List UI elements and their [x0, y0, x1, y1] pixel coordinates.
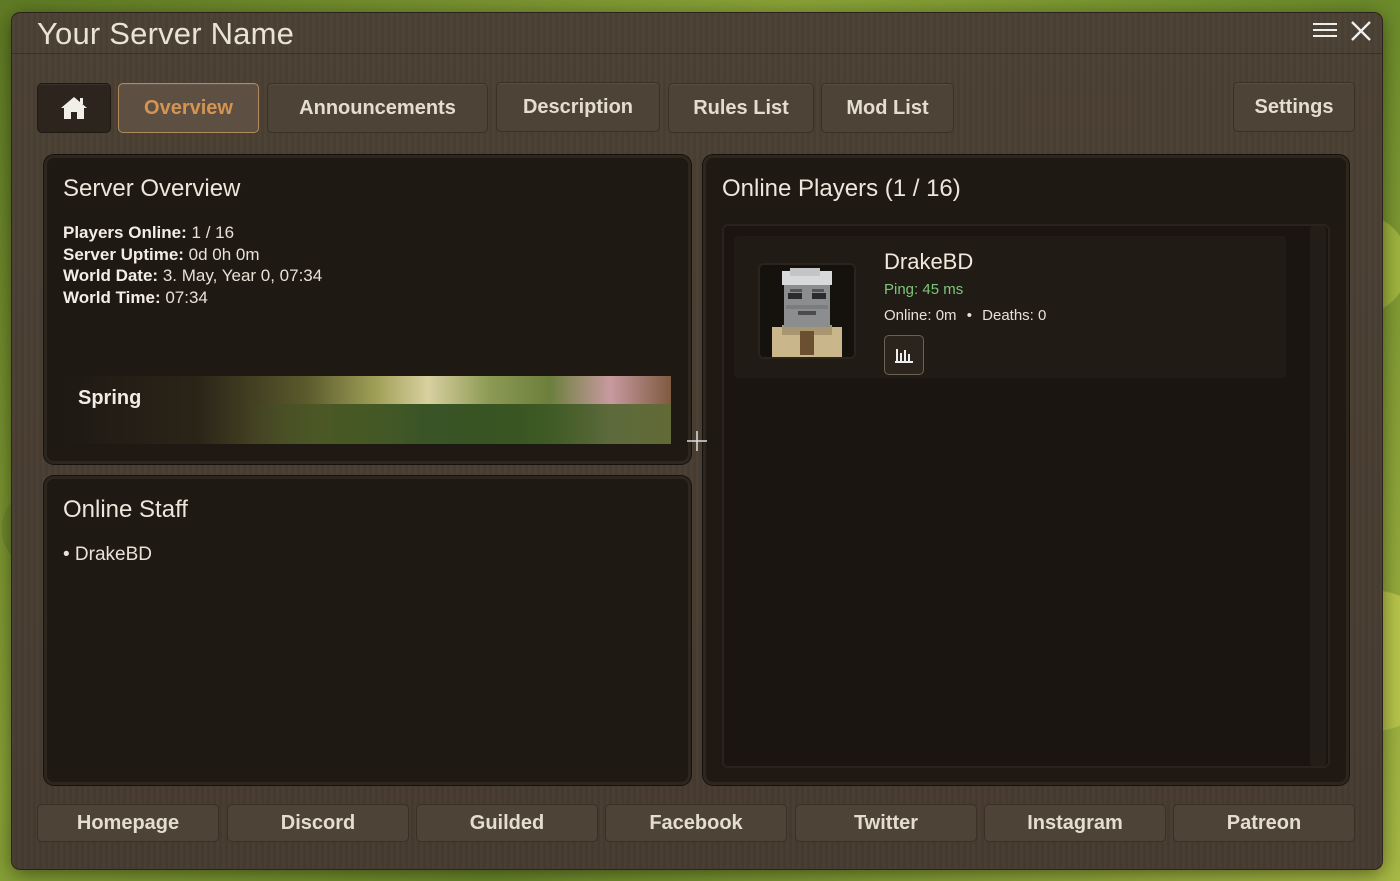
stat-server-uptime: Server Uptime: 0d 0h 0m: [63, 244, 260, 264]
menu-icon[interactable]: [1313, 19, 1337, 43]
player-deaths: Deaths: 0: [982, 307, 1047, 324]
season-banner: Spring: [63, 376, 671, 444]
close-icon[interactable]: [1349, 19, 1373, 43]
tab-description[interactable]: Description: [496, 82, 660, 132]
player-online-time: Online: 0m: [884, 307, 957, 324]
title-bar: Your Server Name: [12, 13, 1382, 54]
player-name: DrakeBD: [884, 249, 974, 274]
patreon-button[interactable]: Patreon: [1173, 804, 1355, 842]
tab-announcements[interactable]: Announcements: [267, 83, 488, 133]
player-card: DrakeBD Ping: 45 ms Online: 0m • Deaths:…: [734, 236, 1286, 378]
stat-world-date: World Date: 3. May, Year 0, 07:34: [63, 266, 323, 285]
server-overview-title: Server Overview: [63, 175, 241, 202]
player-head-icon: [760, 265, 854, 357]
home-icon: [61, 97, 87, 119]
discord-button[interactable]: Discord: [227, 804, 409, 842]
window-title: Your Server Name: [37, 16, 295, 51]
facebook-button[interactable]: Facebook: [605, 804, 787, 842]
settings-button[interactable]: Settings: [1233, 82, 1355, 132]
tab-overview[interactable]: Overview: [118, 83, 259, 133]
staff-member: • DrakeBD: [63, 544, 153, 565]
player-meta: Online: 0m • Deaths: 0: [884, 307, 1046, 324]
crosshair-icon: [687, 431, 707, 451]
player-list-scrollbar[interactable]: [1310, 226, 1326, 766]
online-staff-panel: Online Staff • DrakeBD: [44, 476, 691, 785]
bar-chart-icon: [895, 349, 913, 363]
stat-world-time: World Time: 07:34: [63, 287, 208, 307]
home-button[interactable]: [37, 83, 111, 133]
player-avatar: [758, 263, 856, 359]
online-players-title: Online Players (1 / 16): [722, 175, 961, 202]
player-ping: Ping: 45 ms: [884, 281, 964, 298]
guilded-button[interactable]: Guilded: [416, 804, 598, 842]
twitter-button[interactable]: Twitter: [795, 804, 977, 842]
online-players-panel: Online Players (1 / 16) DrakeBD Ping: 45…: [703, 155, 1349, 785]
instagram-button[interactable]: Instagram: [984, 804, 1166, 842]
online-staff-title: Online Staff: [63, 496, 188, 523]
overview-stats: Players Online: 1 / 16 Server Uptime: 0d…: [63, 222, 322, 308]
player-stats-button[interactable]: [884, 335, 924, 375]
tab-mod-list[interactable]: Mod List: [821, 83, 954, 133]
homepage-button[interactable]: Homepage: [37, 804, 219, 842]
player-meta-separator: •: [966, 307, 972, 324]
player-list: DrakeBD Ping: 45 ms Online: 0m • Deaths:…: [722, 224, 1330, 768]
tab-rules-list[interactable]: Rules List: [668, 83, 814, 133]
server-overview-panel: Server Overview Players Online: 1 / 16 S…: [44, 155, 691, 464]
stat-players-online: Players Online: 1 / 16: [63, 223, 235, 242]
season-label: Spring: [78, 387, 142, 409]
